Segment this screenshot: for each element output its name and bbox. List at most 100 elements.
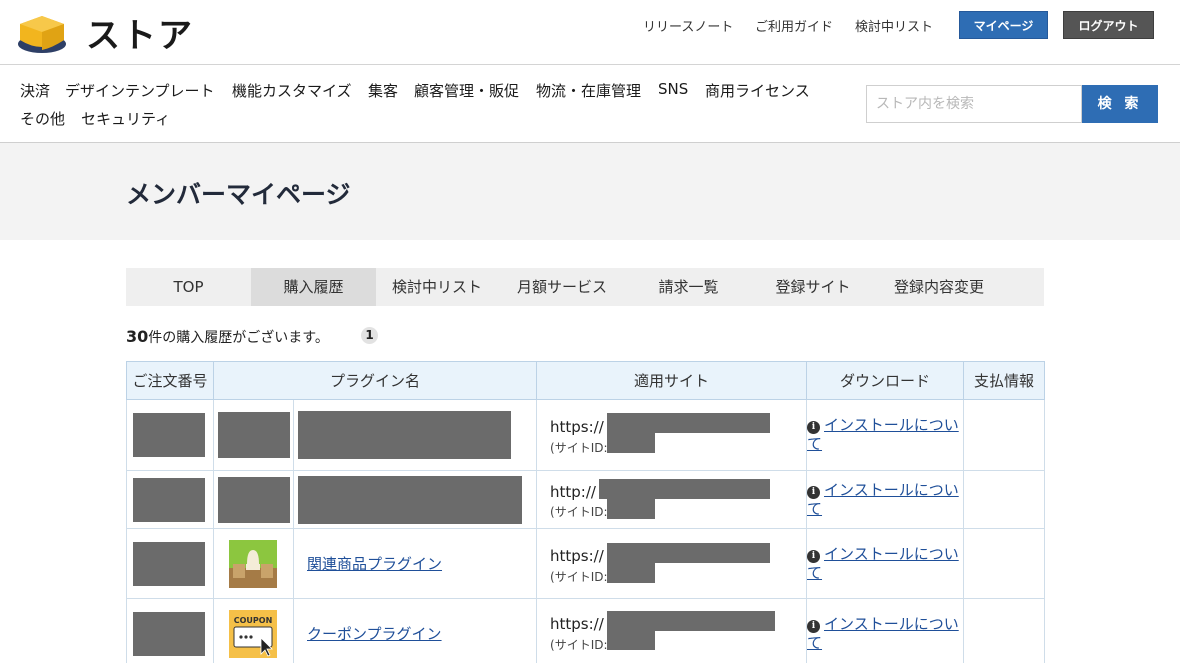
- related-product-thumbnail[interactable]: [229, 539, 277, 588]
- tab-monthly-service[interactable]: 月額サービス: [498, 268, 626, 306]
- category-marketing[interactable]: 集客: [368, 80, 398, 101]
- site-url: https://: [550, 615, 604, 633]
- redacted-block: [133, 611, 205, 656]
- tab-registered-sites[interactable]: 登録サイト: [751, 268, 875, 306]
- store-box-icon[interactable]: [16, 10, 68, 54]
- category-customize[interactable]: 機能カスタマイズ: [232, 80, 352, 101]
- payment-cell: [963, 528, 1046, 599]
- redacted-block: [607, 630, 656, 650]
- header-plugin-name: プラグイン名: [212, 361, 538, 400]
- install-guide-link[interactable]: インストールについて: [807, 481, 959, 518]
- table-row: 関連商品プラグイン https:// (サイトID: i インストールについて: [126, 528, 1046, 599]
- tab-wishlist[interactable]: 検討中リスト: [376, 268, 498, 306]
- download-cell: i インストールについて: [806, 528, 965, 599]
- info-icon: i: [807, 485, 821, 499]
- category-payment[interactable]: 決済: [20, 80, 50, 101]
- user-guide-link[interactable]: ご利用ガイド: [755, 16, 833, 35]
- redacted-block: [607, 543, 771, 563]
- page-title: メンバーマイページ: [126, 180, 351, 209]
- redacted-block: [607, 433, 656, 453]
- info-icon: i: [807, 619, 821, 633]
- mypage-button[interactable]: マイページ: [959, 11, 1048, 39]
- category-security[interactable]: セキュリティ: [81, 108, 170, 129]
- category-design-template[interactable]: デザインテンプレート: [65, 80, 215, 101]
- thumbnail-cell: [213, 470, 294, 529]
- purchase-count-number: 30: [126, 327, 149, 346]
- redacted-block: [298, 475, 522, 524]
- table-header-row: ご注文番号 プラグイン名 適用サイト ダウンロード 支払情報: [126, 361, 1046, 400]
- site-cell: https:// (サイトID:: [536, 399, 808, 471]
- category-sns[interactable]: SNS: [658, 80, 688, 98]
- site-cell: http:// (サイトID:: [536, 470, 808, 529]
- tab-account-settings[interactable]: 登録内容変更: [875, 268, 1003, 306]
- header-download: ダウンロード: [806, 361, 965, 400]
- tab-purchase-history[interactable]: 購入履歴: [251, 268, 376, 306]
- thumbnail-cell: COUPON: [213, 598, 294, 663]
- payment-cell: [963, 598, 1046, 663]
- table-row: https:// (サイトID: i インストールについて: [126, 399, 1046, 471]
- tab-top[interactable]: TOP: [126, 268, 251, 306]
- plugin-name-link[interactable]: クーポンプラグイン: [307, 625, 442, 643]
- title-band: メンバーマイページ: [0, 143, 1180, 240]
- category-crm[interactable]: 顧客管理・販促: [414, 80, 519, 101]
- install-guide-link[interactable]: インストールについて: [807, 545, 959, 582]
- site-cell: https:// (サイトID:: [536, 598, 808, 663]
- info-icon: i: [807, 549, 821, 563]
- site-info: http:// (サイトID:: [537, 471, 806, 528]
- plugin-name-link[interactable]: 関連商品プラグイン: [307, 555, 442, 573]
- header-site: 適用サイト: [536, 361, 808, 400]
- download-cell: i インストールについて: [806, 470, 965, 529]
- svg-text:COUPON: COUPON: [234, 616, 273, 625]
- search-input[interactable]: [866, 85, 1082, 123]
- thumbnail-cell: [213, 528, 294, 599]
- redacted-block: [607, 413, 771, 433]
- mypage-tabs: TOP 購入履歴 検討中リスト 月額サービス 請求一覧 登録サイト 登録内容変更: [126, 268, 1044, 306]
- redacted-block: [218, 476, 290, 523]
- install-guide-link[interactable]: インストールについて: [807, 416, 959, 453]
- site-id: (サイトID:: [550, 638, 608, 652]
- site-cell: https:// (サイトID:: [536, 528, 808, 599]
- site-url: https://: [550, 418, 604, 436]
- table-row: http:// (サイトID: i インストールについて: [126, 470, 1046, 529]
- header-order-number: ご注文番号: [126, 361, 214, 400]
- install-guide-link[interactable]: インストールについて: [807, 615, 959, 652]
- wishlist-link[interactable]: 検討中リスト: [855, 16, 933, 35]
- redacted-block: [599, 479, 771, 499]
- site-url: https://: [550, 547, 604, 565]
- site-id: (サイトID:: [550, 570, 608, 584]
- purchase-count-text: 件の購入履歴がございます。: [148, 330, 329, 346]
- site-id: (サイトID:: [550, 505, 608, 519]
- order-number-cell: [126, 470, 214, 529]
- redacted-block: [607, 611, 776, 631]
- plugin-name-cell: 関連商品プラグイン: [292, 528, 538, 599]
- site-url: http://: [550, 483, 596, 501]
- site-info: https:// (サイトID:: [537, 400, 806, 470]
- release-notes-link[interactable]: リリースノート: [643, 16, 733, 35]
- plugin-name-cell: クーポンプラグイン: [292, 598, 538, 663]
- redacted-block: [298, 411, 511, 459]
- category-other[interactable]: その他: [20, 108, 65, 129]
- plugin-name-cell: [292, 470, 538, 529]
- header-payment: 支払情報: [963, 361, 1046, 400]
- redacted-block: [607, 563, 656, 583]
- info-icon: i: [807, 421, 821, 434]
- header-divider: [0, 64, 1180, 65]
- payment-cell: [963, 470, 1046, 529]
- purchase-history-table: ご注文番号 プラグイン名 適用サイト ダウンロード 支払情報 https:// …: [126, 361, 1046, 663]
- search-button[interactable]: 検 索: [1082, 85, 1158, 123]
- page-number-badge[interactable]: 1: [361, 327, 378, 344]
- logout-button[interactable]: ログアウト: [1063, 11, 1154, 39]
- category-license[interactable]: 商用ライセンス: [705, 80, 810, 101]
- tab-invoices[interactable]: 請求一覧: [626, 268, 751, 306]
- download-cell: i インストールについて: [806, 598, 965, 663]
- site-info: https:// (サイトID:: [537, 529, 806, 598]
- category-logistics[interactable]: 物流・在庫管理: [536, 80, 641, 101]
- plugin-name-cell: [292, 399, 538, 471]
- redacted-block: [607, 499, 656, 519]
- redacted-block: [133, 541, 205, 586]
- coupon-thumbnail[interactable]: COUPON: [229, 609, 277, 658]
- order-number-cell: [126, 598, 214, 663]
- redacted-block: [218, 412, 290, 458]
- logo-text[interactable]: ストア: [86, 8, 194, 57]
- redacted-block: [133, 477, 205, 522]
